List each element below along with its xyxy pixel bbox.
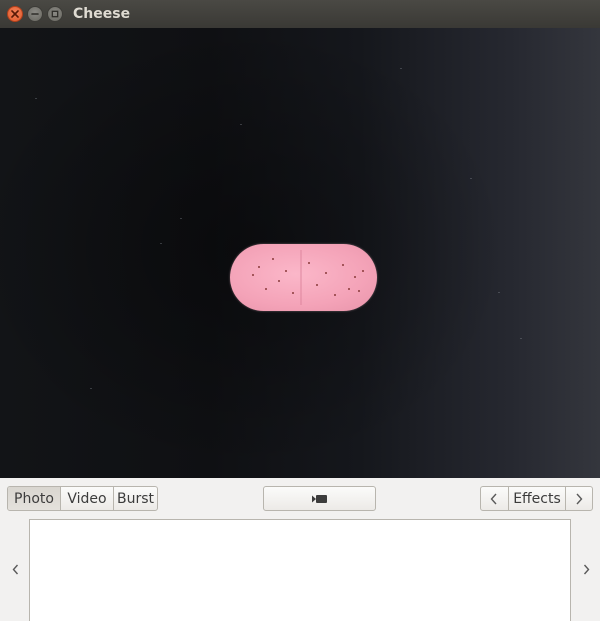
noise-speck <box>498 292 500 293</box>
pill-speck <box>265 288 267 290</box>
pill-speck <box>252 274 254 276</box>
pill-speck <box>342 264 344 266</box>
noise-speck <box>160 243 162 244</box>
noise-speck <box>90 388 92 389</box>
pill-speck <box>278 280 280 282</box>
chevron-right-icon <box>583 564 589 574</box>
pill-speck <box>258 266 260 268</box>
pill-score-line <box>300 250 302 305</box>
maximize-icon <box>51 10 59 18</box>
pill-subject <box>230 244 377 311</box>
mode-burst-button[interactable]: Burst <box>113 487 157 510</box>
strip-prev-button[interactable] <box>8 560 22 578</box>
effects-button[interactable]: Effects <box>507 487 566 510</box>
mode-switcher: Photo Video Burst <box>7 486 158 511</box>
noise-speck <box>470 178 472 179</box>
mode-video-button[interactable]: Video <box>60 487 113 510</box>
pill-speck <box>354 276 356 278</box>
pill-speck <box>358 290 360 292</box>
pill-speck <box>308 262 310 264</box>
window-title: Cheese <box>73 6 131 22</box>
pill-speck <box>334 294 336 296</box>
pill-speck <box>362 270 364 272</box>
effects-control: Effects <box>480 486 593 511</box>
noise-speck <box>35 98 37 99</box>
minimize-button[interactable] <box>27 6 43 22</box>
video-camera-icon <box>311 494 327 503</box>
pill-speck <box>285 270 287 272</box>
maximize-button[interactable] <box>47 6 63 22</box>
chevron-left-icon <box>12 564 18 574</box>
pill-speck <box>292 292 294 294</box>
take-photo-button[interactable] <box>263 486 376 511</box>
noise-speck <box>400 68 402 69</box>
pill-speck <box>272 258 274 260</box>
effects-next-button[interactable] <box>565 487 592 510</box>
effects-prev-button[interactable] <box>481 487 508 510</box>
mode-photo-button[interactable]: Photo <box>8 487 60 510</box>
noise-speck <box>520 338 522 339</box>
chevron-left-icon <box>490 493 497 504</box>
close-button[interactable] <box>7 6 23 22</box>
minimize-icon <box>31 13 39 15</box>
thumbnail-strip <box>0 518 600 621</box>
title-bar[interactable]: Cheese <box>0 0 600 28</box>
pill-speck <box>316 284 318 286</box>
pill-speck <box>348 288 350 290</box>
noise-speck <box>180 218 182 219</box>
camera-preview <box>0 28 600 478</box>
thumbnail-view[interactable] <box>29 519 571 621</box>
toolbar: Photo Video Burst Effects <box>0 478 600 518</box>
strip-next-button[interactable] <box>579 560 593 578</box>
cheese-window: Cheese Photo Video Burst Effects <box>0 0 600 621</box>
close-icon <box>11 10 19 18</box>
noise-speck <box>240 124 242 125</box>
chevron-right-icon <box>576 493 583 504</box>
pill-speck <box>325 272 327 274</box>
